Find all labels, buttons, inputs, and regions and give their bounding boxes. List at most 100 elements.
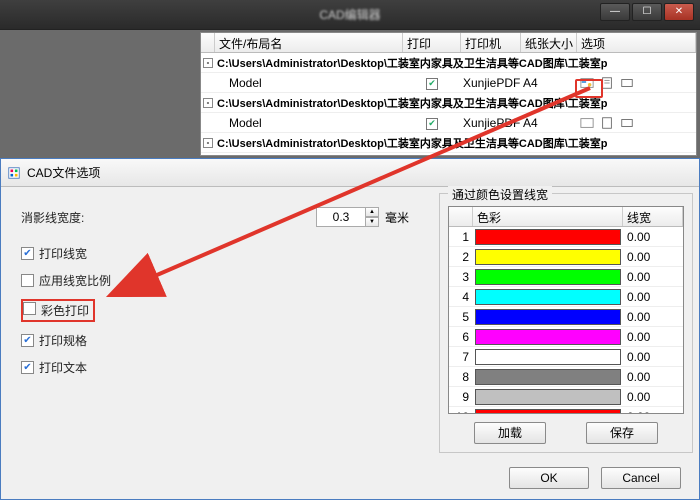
color-swatch[interactable] xyxy=(475,349,621,365)
page-setup-icon[interactable] xyxy=(599,116,615,130)
color-width: 0.00 xyxy=(623,410,683,415)
tree-toggle-icon[interactable]: - xyxy=(203,98,213,108)
color-print-label: 彩色打印 xyxy=(41,302,89,319)
printer-value: XunjiePDF xyxy=(461,116,521,130)
annotation-highlight-box: 彩色打印 xyxy=(21,299,95,322)
ok-button[interactable]: OK xyxy=(509,467,589,489)
col-paper[interactable]: 纸张大小 xyxy=(521,33,577,52)
color-swatch[interactable] xyxy=(475,389,621,405)
table-row[interactable]: - C:\Users\Administrator\Desktop\工装室内家具及… xyxy=(201,93,696,113)
color-print-checkbox[interactable] xyxy=(23,302,36,315)
color-index: 6 xyxy=(449,330,473,344)
color-swatch[interactable] xyxy=(475,409,621,415)
print-checkbox[interactable]: ✔ xyxy=(426,78,438,90)
table-row[interactable]: Model ✔ XunjiePDF A4 xyxy=(201,113,696,133)
file-path: C:\Users\Administrator\Desktop\工装室内家具及卫生… xyxy=(215,135,696,151)
hide-line-width-label: 消影线宽度: xyxy=(21,209,316,226)
color-index: 2 xyxy=(449,250,473,264)
color-width: 0.00 xyxy=(623,250,683,264)
color-row[interactable]: 90.00 xyxy=(449,387,683,407)
color-width: 0.00 xyxy=(623,390,683,404)
color-swatch[interactable] xyxy=(475,309,621,325)
minimize-button[interactable]: — xyxy=(600,3,630,21)
hide-line-width-spinner[interactable]: ▲▼ xyxy=(365,207,379,227)
color-width: 0.00 xyxy=(623,230,683,244)
main-titlebar: CAD编辑器 — ☐ ✕ xyxy=(0,0,700,30)
file-path: C:\Users\Administrator\Desktop\工装室内家具及卫生… xyxy=(215,95,696,111)
color-lineweight-group: 通过颜色设置线宽 色彩 线宽 10.0020.0030.0040.0050.00… xyxy=(439,193,693,453)
color-row[interactable]: 10.00 xyxy=(449,227,683,247)
layouts-table: 文件/布局名 打印 打印机 纸张大小 选项 - C:\Users\Adminis… xyxy=(200,32,697,156)
color-width: 0.00 xyxy=(623,330,683,344)
color-index: 7 xyxy=(449,350,473,364)
col-print[interactable]: 打印 xyxy=(403,33,461,52)
color-row[interactable]: 60.00 xyxy=(449,327,683,347)
cad-file-options-dialog: CAD文件选项 消影线宽度: 0.3 ▲▼ 毫米 打印线宽 应用线宽比例 彩色打… xyxy=(0,158,700,500)
table-row[interactable]: - C:\Users\Administrator\Desktop\工装室内家具及… xyxy=(201,133,696,153)
col-printer[interactable]: 打印机 xyxy=(461,33,521,52)
load-button[interactable]: 加载 xyxy=(474,422,546,444)
col-name[interactable]: 文件/布局名 xyxy=(215,33,403,52)
dialog-title: CAD文件选项 xyxy=(27,164,100,181)
page-setup-icon[interactable] xyxy=(599,76,615,90)
color-swatch[interactable] xyxy=(475,249,621,265)
apply-lw-scale-checkbox[interactable] xyxy=(21,274,34,287)
app-title: CAD编辑器 xyxy=(0,0,700,30)
print-style-checkbox[interactable] xyxy=(21,334,34,347)
col-color[interactable]: 色彩 xyxy=(473,207,623,226)
col-width[interactable]: 线宽 xyxy=(623,207,683,226)
color-index: 1 xyxy=(449,230,473,244)
col-options[interactable]: 选项 xyxy=(577,33,696,52)
dialog-icon xyxy=(7,166,21,180)
apply-lw-scale-label: 应用线宽比例 xyxy=(39,272,111,289)
unit-label: 毫米 xyxy=(385,209,409,226)
options-icon[interactable] xyxy=(579,76,595,90)
layout-name: Model xyxy=(215,76,403,90)
color-row[interactable]: 30.00 xyxy=(449,267,683,287)
color-swatch[interactable] xyxy=(475,289,621,305)
preview-icon[interactable] xyxy=(619,76,635,90)
color-swatch[interactable] xyxy=(475,329,621,345)
tree-toggle-icon[interactable]: - xyxy=(203,138,213,148)
print-lineweight-checkbox[interactable] xyxy=(21,247,34,260)
color-width: 0.00 xyxy=(623,310,683,324)
color-swatch[interactable] xyxy=(475,229,621,245)
color-table: 色彩 线宽 10.0020.0030.0040.0050.0060.0070.0… xyxy=(448,206,684,414)
printer-value: XunjiePDF xyxy=(461,76,521,90)
print-style-label: 打印规格 xyxy=(39,332,87,349)
table-row[interactable]: - C:\Users\Administrator\Desktop\工装室内家具及… xyxy=(201,53,696,73)
color-width: 0.00 xyxy=(623,270,683,284)
table-row[interactable]: Model ✔ XunjiePDF A4 xyxy=(201,73,696,93)
color-index: 5 xyxy=(449,310,473,324)
print-checkbox[interactable]: ✔ xyxy=(426,118,438,130)
color-width: 0.00 xyxy=(623,350,683,364)
group-title: 通过颜色设置线宽 xyxy=(448,186,552,203)
color-row[interactable]: 80.00 xyxy=(449,367,683,387)
color-swatch[interactable] xyxy=(475,269,621,285)
color-index: 8 xyxy=(449,370,473,384)
maximize-button[interactable]: ☐ xyxy=(632,3,662,21)
print-text-checkbox[interactable] xyxy=(21,361,34,374)
options-icon[interactable] xyxy=(579,116,595,130)
color-row[interactable]: 20.00 xyxy=(449,247,683,267)
color-row[interactable]: 50.00 xyxy=(449,307,683,327)
close-button[interactable]: ✕ xyxy=(664,3,694,21)
layout-name: Model xyxy=(215,116,403,130)
file-path: C:\Users\Administrator\Desktop\工装室内家具及卫生… xyxy=(215,55,696,71)
color-row[interactable]: 40.00 xyxy=(449,287,683,307)
color-width: 0.00 xyxy=(623,370,683,384)
color-swatch[interactable] xyxy=(475,369,621,385)
print-text-label: 打印文本 xyxy=(39,359,87,376)
paper-value: A4 xyxy=(521,76,577,90)
paper-value: A4 xyxy=(521,116,577,130)
color-row[interactable]: 100.00 xyxy=(449,407,683,414)
cancel-button[interactable]: Cancel xyxy=(601,467,681,489)
dialog-titlebar[interactable]: CAD文件选项 xyxy=(1,159,699,187)
color-index: 10 xyxy=(449,410,473,415)
save-button[interactable]: 保存 xyxy=(586,422,658,444)
color-row[interactable]: 70.00 xyxy=(449,347,683,367)
color-index: 4 xyxy=(449,290,473,304)
preview-icon[interactable] xyxy=(619,116,635,130)
tree-toggle-icon[interactable]: - xyxy=(203,58,213,68)
hide-line-width-input[interactable]: 0.3 xyxy=(316,207,366,227)
